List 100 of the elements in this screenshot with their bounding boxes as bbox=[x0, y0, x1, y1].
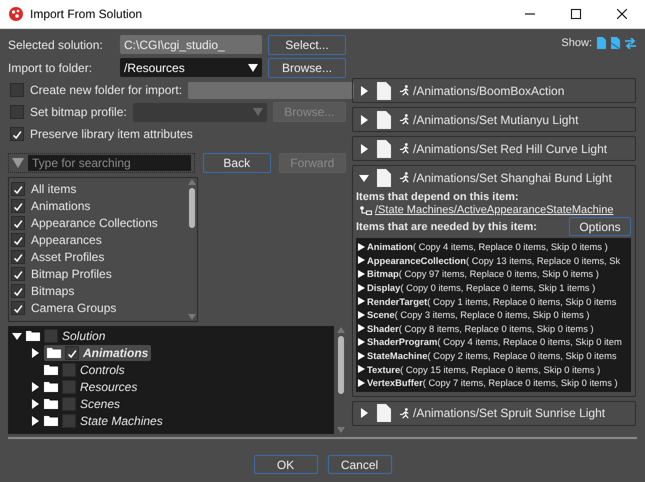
swap-arrows-icon[interactable] bbox=[625, 38, 636, 48]
file-icon bbox=[377, 110, 391, 128]
filter-item[interactable]: All items bbox=[31, 182, 76, 196]
dialog-button[interactable]: OK bbox=[254, 455, 318, 474]
folder-icon bbox=[44, 415, 58, 426]
collapse-arrow-icon[interactable] bbox=[359, 172, 369, 182]
checkbox[interactable] bbox=[65, 346, 79, 360]
close-icon bbox=[617, 9, 627, 19]
filter-item[interactable]: Bitmap Profiles bbox=[31, 266, 112, 280]
dropdown-arrow-icon bbox=[12, 158, 24, 168]
tree-item[interactable]: State Machines bbox=[80, 414, 163, 428]
needed-item[interactable]: Animation( Copy 4 items, Replace 0 items, Skip 0 items ) bbox=[367, 241, 608, 252]
dialog-button[interactable]: Cancel bbox=[328, 455, 392, 474]
checkbox[interactable] bbox=[11, 232, 25, 246]
checkbox[interactable] bbox=[62, 380, 76, 394]
checkbox[interactable] bbox=[62, 396, 76, 410]
running-figure-icon bbox=[399, 85, 410, 96]
folder-dropdown[interactable]: /Resources bbox=[120, 58, 262, 77]
file-icon bbox=[377, 82, 391, 100]
tree-item[interactable]: Controls bbox=[80, 362, 125, 376]
tree-item[interactable]: Scenes bbox=[80, 396, 120, 410]
expand-arrow-icon[interactable] bbox=[359, 408, 369, 418]
file-icon bbox=[377, 168, 391, 186]
item-path[interactable]: /Animations/Set Shanghai Bund Light bbox=[413, 170, 612, 184]
expand-arrow-icon[interactable] bbox=[30, 416, 40, 426]
select-button[interactable]: Select... bbox=[268, 34, 346, 54]
show-label: Show: bbox=[561, 37, 592, 49]
needed-item[interactable]: StateMachine( Copy 2 items, Replace 0 items, Skip 0 items bbox=[367, 350, 617, 362]
checkbox[interactable] bbox=[11, 216, 25, 230]
solution-field[interactable]: C:\CGI\cgi_studio_ bbox=[120, 35, 262, 54]
checkbox[interactable] bbox=[62, 362, 76, 376]
file-icon bbox=[377, 140, 391, 158]
filter-item[interactable]: Bitmaps bbox=[31, 284, 74, 298]
checkbox-label: Set bitmap profile: bbox=[30, 105, 127, 119]
needed-item[interactable]: Texture( Copy 15 items, Replace 0 items, Skip 0 items ) bbox=[367, 364, 600, 375]
checkbox[interactable] bbox=[11, 266, 25, 280]
running-figure-icon bbox=[399, 143, 410, 154]
checkbox[interactable] bbox=[10, 83, 24, 97]
checkbox-label: Preserve library item attributes bbox=[30, 127, 193, 141]
state-machine-icon bbox=[360, 206, 372, 214]
search-field[interactable]: Type for searching bbox=[8, 153, 195, 173]
needed-item[interactable]: ShaderProgram( Copy 4 items, Replace 0 items, Skip 0 item bbox=[367, 336, 622, 348]
checkbox[interactable] bbox=[11, 250, 25, 264]
dropdown-arrow-icon bbox=[248, 64, 258, 72]
app-logo-icon bbox=[8, 6, 24, 22]
tree-item[interactable]: Animations bbox=[83, 346, 148, 360]
filter-item[interactable]: Camera Groups bbox=[31, 300, 116, 314]
file-icon bbox=[377, 404, 391, 422]
checkbox[interactable] bbox=[11, 300, 25, 314]
needed-item[interactable]: VertexBuffer( Copy 7 items, Replace 0 items, Skip 0 items ) bbox=[367, 377, 618, 388]
folder-icon bbox=[44, 381, 58, 392]
folder-icon bbox=[26, 330, 40, 341]
section-heading: Items that are needed by this item: bbox=[356, 220, 537, 232]
field-label: Selected solution: bbox=[8, 38, 104, 52]
checkbox[interactable] bbox=[44, 328, 58, 342]
filter-item[interactable]: Appearances bbox=[31, 232, 102, 246]
expand-arrow-icon[interactable] bbox=[359, 86, 369, 96]
checkbox[interactable] bbox=[11, 284, 25, 298]
needed-item[interactable]: Bitmap( Copy 97 items, Replace 0 items, Skip 0 items ) bbox=[367, 268, 599, 280]
options-button[interactable]: Options bbox=[569, 217, 631, 236]
tree-item[interactable]: Resources bbox=[80, 380, 138, 394]
expand-arrow-icon[interactable] bbox=[30, 382, 40, 392]
item-path[interactable]: /Animations/Set Red Hill Curve Light bbox=[413, 142, 608, 156]
running-figure-icon bbox=[399, 114, 410, 125]
checkbox[interactable] bbox=[11, 198, 25, 212]
checkbox[interactable] bbox=[62, 414, 76, 428]
folder-icon bbox=[47, 347, 61, 358]
dropdown-arrow-icon bbox=[252, 108, 263, 116]
expand-arrow-icon[interactable] bbox=[30, 348, 40, 358]
item-path[interactable]: /Animations/Set Spruit Sunrise Light bbox=[413, 406, 606, 420]
running-figure-icon bbox=[399, 172, 410, 183]
needed-item[interactable]: Shader( Copy 8 items, Replace 0 items, Skip 0 items ) bbox=[367, 322, 594, 334]
expand-arrow-icon[interactable] bbox=[359, 144, 369, 154]
dependency-link[interactable]: /State Machines/ActiveAppearanceStateMachine bbox=[375, 204, 614, 216]
needed-item[interactable]: AppearanceCollection( Copy 13 items, Replace 0 items, Sk bbox=[367, 254, 620, 266]
expand-arrow-icon[interactable] bbox=[30, 398, 40, 408]
needed-item[interactable]: RenderTarget( Copy 1 items, Replace 0 items, Skip 0 items bbox=[367, 296, 616, 307]
file-icon[interactable] bbox=[597, 37, 606, 49]
expand-arrow-icon[interactable] bbox=[359, 114, 369, 124]
filter-item[interactable]: Animations bbox=[31, 198, 90, 212]
collapse-arrow-icon[interactable] bbox=[12, 330, 22, 340]
file-icon[interactable] bbox=[611, 37, 620, 49]
checkbox[interactable] bbox=[11, 182, 25, 196]
needed-item[interactable]: Display( Copy 0 items, Replace 0 items, Skip 1 items ) bbox=[367, 282, 596, 294]
selected-row[interactable]: Animations bbox=[44, 344, 152, 360]
tree-item[interactable]: Solution bbox=[62, 328, 106, 342]
folder-icon bbox=[44, 364, 58, 375]
section-heading: Items that depend on this item: bbox=[356, 191, 520, 203]
folder-name-field[interactable] bbox=[188, 82, 354, 98]
item-path[interactable]: /Animations/BoomBoxAction bbox=[413, 84, 564, 98]
back-button[interactable]: Back bbox=[203, 153, 270, 173]
browse-button[interactable]: Browse... bbox=[268, 58, 346, 78]
filter-item[interactable]: Appearance Collections bbox=[31, 216, 158, 230]
maximize-icon bbox=[571, 9, 581, 19]
item-path[interactable]: /Animations/Set Mutianyu Light bbox=[413, 112, 578, 126]
folder-icon bbox=[44, 398, 58, 409]
checkbox[interactable] bbox=[10, 127, 24, 141]
needed-item[interactable]: Scene( Copy 3 items, Replace 0 items, Skip 0 items ) bbox=[367, 309, 590, 320]
field-label: Import to folder: bbox=[8, 60, 94, 74]
filter-item[interactable]: Asset Profiles bbox=[31, 250, 104, 264]
